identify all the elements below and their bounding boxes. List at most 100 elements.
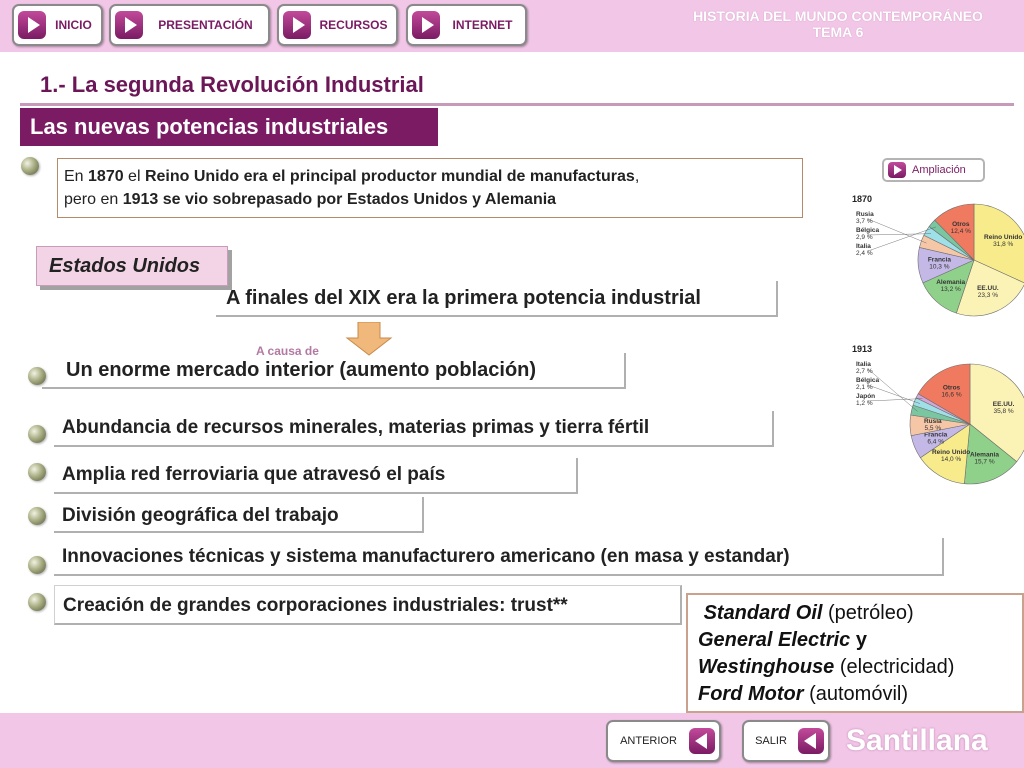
- intro-emphasis: Reino Unido era el principal productor m…: [144, 168, 635, 185]
- exit-button[interactable]: SALIR: [742, 720, 830, 762]
- pie-category-label: Alemania: [936, 279, 965, 286]
- pie-category-label: Francia: [928, 256, 952, 263]
- cause-item: Abundancia de recursos minerales, materi…: [54, 411, 774, 447]
- intro-text: ,: [634, 168, 640, 185]
- cause-item: División geográfica del trabajo: [54, 497, 424, 533]
- company-line: Westinghouse (electricidad): [698, 654, 1022, 681]
- company-line: Ford Motor (automóvil): [698, 681, 1022, 708]
- pie-category-label: Reino Unido: [932, 449, 970, 456]
- pie-value-label: 14,0 %: [941, 456, 961, 463]
- exit-label: SALIR: [755, 735, 787, 747]
- pie-category-label: Bélgica: [856, 227, 880, 234]
- page-title: 1.- La segunda Revolución Industrial: [40, 72, 424, 97]
- companies-box: Standard Oil (petróleo) General Electric…: [686, 593, 1024, 713]
- back-arrow-icon: [798, 728, 824, 754]
- pie-value-label: 12,4 %: [951, 228, 971, 235]
- pie-value-label: 3,7 %: [856, 218, 873, 225]
- cause-item: Amplia red ferroviaria que atravesó el p…: [54, 458, 578, 494]
- pie-chart-1913: 1913 EE.UU.35,8 % Alemania15,7 % Reino Unid…: [852, 344, 1024, 485]
- section-subtitle: Las nuevas potencias industriales: [20, 108, 438, 146]
- unit-name: TEMA 6: [812, 24, 864, 40]
- nav-button-recursos[interactable]: RECURSOS: [277, 4, 398, 46]
- pie-chart-1870: 1870 Reino Unido31,8 % EE.UU.23,3 % Alemani…: [852, 194, 1024, 317]
- pie-category-label: Reino Unido: [984, 234, 1022, 241]
- cause-item: Innovaciones técnicas y sistema manufact…: [54, 538, 944, 576]
- down-arrow-icon: [345, 322, 393, 356]
- pie-value-label: 13,2 %: [941, 286, 961, 293]
- nav-button-inicio[interactable]: INICIO: [12, 4, 103, 46]
- pie-value-label: 2,7 %: [856, 368, 873, 375]
- bullet-icon: [28, 425, 46, 443]
- pie-category-label: Italia: [856, 361, 871, 368]
- intro-text: el: [123, 168, 145, 185]
- company-sector: (petróleo): [822, 602, 914, 624]
- company-line: Standard Oil (petróleo): [698, 600, 1022, 627]
- company-line: General Electric y: [698, 627, 1022, 654]
- nav-button-internet[interactable]: INTERNET: [406, 4, 527, 46]
- company-name: Westinghouse: [698, 656, 835, 678]
- intro-text-box: En 1870 el Reino Unido era el principal …: [57, 158, 803, 218]
- nav-label: PRESENTACIÓN: [158, 18, 253, 32]
- company-name: Ford Motor: [698, 683, 804, 705]
- pie-leader-line: [867, 398, 923, 402]
- intro-year-1913: 1913: [122, 191, 159, 208]
- pie-value-label: 2,9 %: [856, 234, 873, 241]
- pie-value-label: 1,2 %: [856, 400, 873, 407]
- course-title: HISTORIA DEL MUNDO CONTEMPORÁNEO TEMA 6: [668, 8, 1008, 40]
- play-icon: [412, 11, 440, 39]
- title-divider: [20, 103, 1014, 106]
- pie-category-label: Otros: [943, 385, 961, 392]
- pie-value-label: 35,8 %: [993, 408, 1013, 415]
- play-icon: [888, 162, 906, 178]
- pie-value-label: 2,4 %: [856, 250, 873, 257]
- pie-value-label: 10,3 %: [929, 263, 949, 270]
- company-joiner: y: [850, 629, 867, 651]
- cause-item: Creación de grandes corporaciones indust…: [54, 585, 682, 625]
- pie-category-label: Bélgica: [856, 377, 880, 384]
- ampliacion-label: Ampliación: [912, 164, 966, 176]
- brand-logo: Santillana: [846, 724, 988, 757]
- play-icon: [115, 11, 143, 39]
- play-icon: [18, 11, 46, 39]
- pie-category-label: Italia: [856, 243, 871, 250]
- pie-value-label: 16,6 %: [941, 392, 961, 399]
- country-badge: Estados Unidos: [36, 246, 228, 286]
- intro-text: pero en: [64, 191, 123, 208]
- cause-item: Un enorme mercado interior (aumento pobl…: [42, 353, 626, 389]
- nav-label: RECURSOS: [319, 18, 388, 32]
- bullet-icon: [21, 157, 39, 175]
- nav-label: INTERNET: [452, 18, 513, 32]
- bullet-icon: [28, 507, 46, 525]
- bullet-icon: [28, 556, 46, 574]
- intro-emphasis: se vio sobrepasado por Estados Unidos y …: [158, 191, 557, 208]
- company-sector: (automóvil): [803, 683, 909, 705]
- ampliacion-button[interactable]: Ampliación: [882, 158, 985, 182]
- bullet-icon: [28, 463, 46, 481]
- bullet-icon: [28, 593, 46, 611]
- play-icon: [283, 11, 311, 39]
- intro-year-1870: 1870: [88, 168, 124, 185]
- previous-button[interactable]: ANTERIOR: [606, 720, 721, 762]
- pie-value-label: 2,1 %: [856, 384, 873, 391]
- pie-category-label: Alemania: [970, 451, 999, 458]
- nav-label: INICIO: [55, 18, 92, 32]
- pie-category-label: Japón: [856, 393, 875, 400]
- pie-value-label: 15,7 %: [974, 458, 994, 465]
- company-sector: (electricidad): [834, 656, 955, 678]
- pie-value-label: 6,4 %: [927, 438, 944, 445]
- pie-category-label: EE.UU.: [993, 401, 1015, 408]
- previous-label: ANTERIOR: [620, 735, 677, 747]
- pie-value-label: 5,5 %: [924, 425, 941, 432]
- intro-text: En: [64, 168, 89, 185]
- main-statement: A finales del XIX era la primera potenci…: [216, 281, 778, 317]
- company-name: Standard Oil: [703, 602, 823, 624]
- pie-value-label: 31,8 %: [993, 241, 1013, 248]
- pie-value-label: 23,3 %: [978, 292, 998, 299]
- pie-category-label: EE.UU.: [977, 285, 999, 292]
- pie-category-label: Rusia: [856, 211, 874, 218]
- nav-button-presentacion[interactable]: PRESENTACIÓN: [109, 4, 270, 46]
- pie-year-label: 1913: [852, 344, 872, 354]
- pie-category-label: Otros: [952, 221, 970, 228]
- back-arrow-icon: [689, 728, 715, 754]
- subject-name: HISTORIA DEL MUNDO CONTEMPORÁNEO: [693, 8, 983, 24]
